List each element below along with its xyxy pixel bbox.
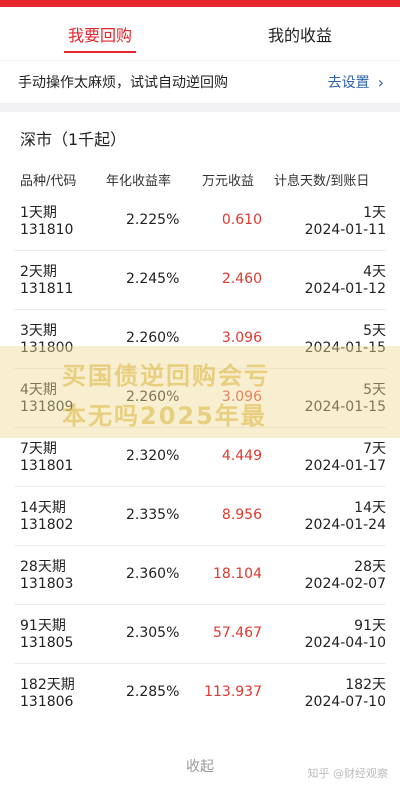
- header-product-code: 品种/代码: [20, 174, 77, 189]
- interest-days: 7天: [363, 441, 386, 457]
- product-name: 3天期: [20, 323, 57, 339]
- product-code: 131803: [20, 576, 74, 592]
- chevron-right-icon: ›: [377, 72, 384, 92]
- arrival-date: 2024-01-11: [304, 222, 386, 238]
- product-name: 2天期: [20, 264, 57, 280]
- product-code: 131805: [20, 635, 74, 651]
- product-name: 14天期: [20, 500, 66, 516]
- section-title: 深市（1千起）: [20, 130, 127, 149]
- header-yield: 万元收益: [202, 174, 255, 189]
- annual-rate: 2.285%: [126, 684, 180, 700]
- annual-rate: 2.225%: [126, 212, 180, 228]
- yield-per-10k: 113.937: [204, 684, 262, 700]
- go-settings-link[interactable]: 去设置 ›: [328, 72, 384, 92]
- product-code: 131810: [20, 222, 74, 238]
- tab-bar: 我要回购 我的收益: [0, 7, 400, 60]
- yield-per-10k: 57.467: [213, 625, 262, 641]
- header-days-date: 计息天数/到账日: [274, 174, 370, 189]
- tab-my-earnings[interactable]: 我的收益: [200, 7, 400, 60]
- yield-per-10k: 2.460: [221, 271, 262, 287]
- annual-rate: 2.245%: [126, 271, 180, 287]
- product-code: 131806: [20, 694, 74, 710]
- table-row[interactable]: 14天期 131802 2.335% 8.956 14天 2024-01-24: [14, 487, 386, 546]
- table-row[interactable]: 28天期 131803 2.360% 18.104 28天 2024-02-07: [14, 546, 386, 605]
- arrival-date: 2024-01-24: [304, 517, 386, 533]
- watermark-line-2: 本无吗2025年最: [62, 402, 267, 430]
- table-row[interactable]: 91天期 131805 2.305% 57.467 91天 2024-04-10: [14, 605, 386, 664]
- product-code: 131801: [20, 458, 74, 474]
- table-header: 品种/代码 年化收益率 万元收益 计息天数/到账日: [0, 166, 400, 192]
- interest-days: 91天: [354, 618, 386, 634]
- annual-rate: 2.320%: [126, 448, 180, 464]
- product-code: 131802: [20, 517, 74, 533]
- auto-repurchase-tip: 手动操作太麻烦，试试自动逆回购 去设置 ›: [0, 60, 400, 103]
- table-row[interactable]: 182天期 131806 2.285% 113.937 182天 2024-07…: [14, 664, 386, 722]
- status-bar: [0, 0, 400, 7]
- table-row[interactable]: 1天期 131810 2.225% 0.610 1天 2024-01-11: [14, 192, 386, 251]
- header-annual-rate: 年化收益率: [106, 174, 172, 189]
- tab-repurchase[interactable]: 我要回购: [0, 7, 200, 60]
- watermark-line-1: 买国债逆回购会亏: [62, 362, 270, 390]
- product-name: 1天期: [20, 205, 57, 221]
- yield-per-10k: 0.610: [221, 212, 262, 228]
- arrival-date: 2024-02-07: [304, 576, 386, 592]
- market-panel: 深市（1千起） 品种/代码 年化收益率 万元收益 计息天数/到账日 1天期 13…: [0, 112, 400, 797]
- product-name: 7天期: [20, 441, 57, 457]
- annual-rate: 2.360%: [126, 566, 180, 582]
- table-body: 1天期 131810 2.225% 0.610 1天 2024-01-11 2天…: [0, 192, 400, 722]
- product-code: 131811: [20, 281, 74, 297]
- go-settings-label: 去设置: [327, 75, 370, 91]
- yield-per-10k: 8.956: [221, 507, 262, 523]
- interest-days: 14天: [354, 500, 386, 516]
- watermark-overlay: 买国债逆回购会亏 本无吗2025年最: [0, 346, 400, 438]
- product-name: 182天期: [20, 677, 75, 693]
- interest-days: 5天: [363, 323, 386, 339]
- footer-watermark: 知乎 @财经观察: [307, 767, 389, 780]
- arrival-date: 2024-01-12: [304, 281, 386, 297]
- yield-per-10k: 3.096: [221, 330, 262, 346]
- arrival-date: 2024-01-17: [304, 458, 386, 474]
- tip-text: 手动操作太麻烦，试试自动逆回购: [18, 75, 228, 91]
- interest-days: 4天: [363, 264, 386, 280]
- interest-days: 182天: [345, 677, 386, 693]
- arrival-date: 2024-04-10: [304, 635, 386, 651]
- interest-days: 28天: [354, 559, 386, 575]
- annual-rate: 2.335%: [126, 507, 180, 523]
- yield-per-10k: 4.449: [221, 448, 262, 464]
- annual-rate: 2.260%: [126, 330, 180, 346]
- product-name: 28天期: [20, 559, 66, 575]
- arrival-date: 2024-07-10: [304, 694, 386, 710]
- yield-per-10k: 18.104: [213, 566, 262, 582]
- product-name: 91天期: [20, 618, 66, 634]
- table-row[interactable]: 2天期 131811 2.245% 2.460 4天 2024-01-12: [14, 251, 386, 310]
- annual-rate: 2.305%: [126, 625, 180, 641]
- interest-days: 1天: [363, 205, 386, 221]
